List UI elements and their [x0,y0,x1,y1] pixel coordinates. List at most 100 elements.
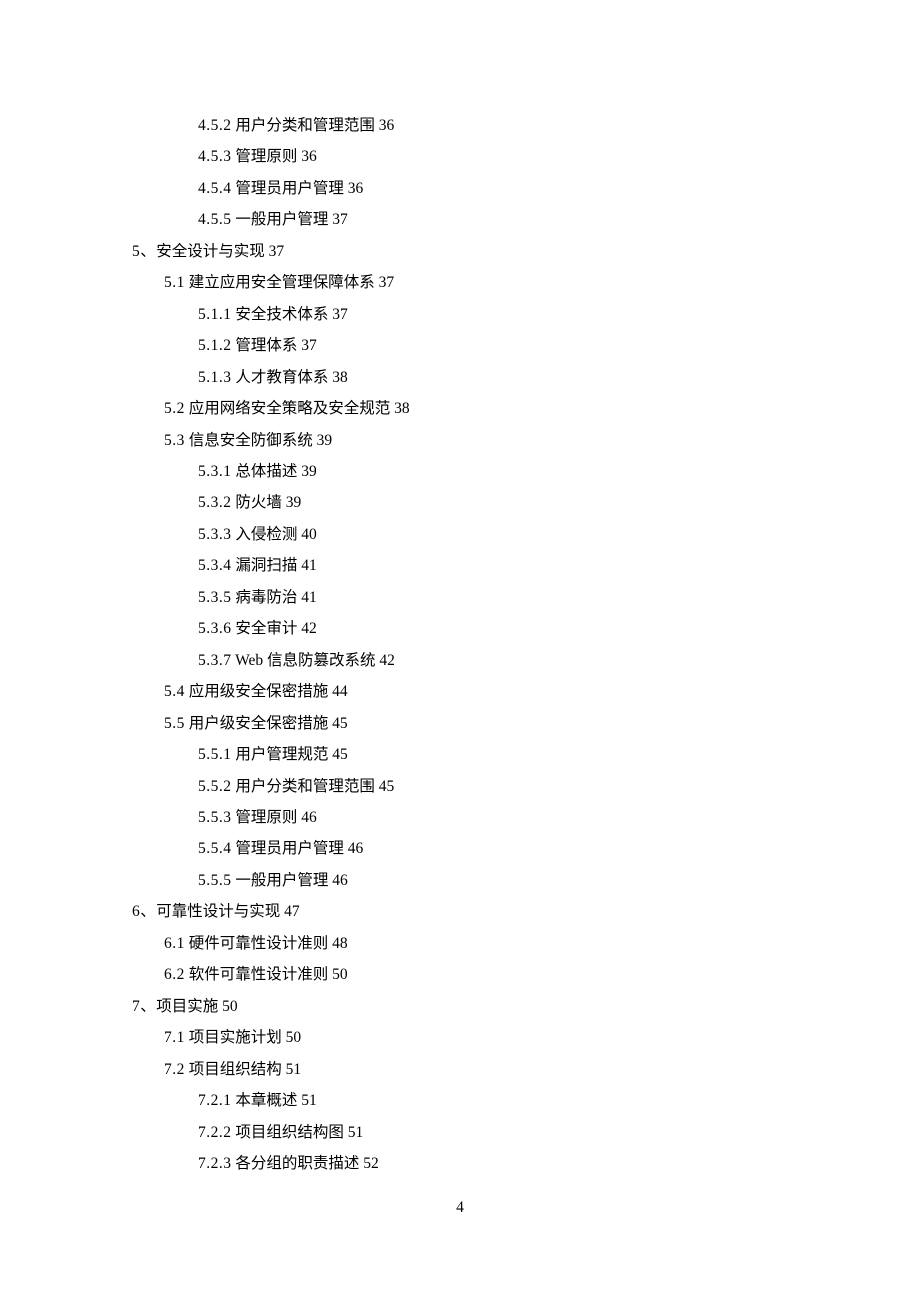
toc-entry-page: 51 [348,1124,364,1141]
toc-entry: 5.3.6 安全审计 42 [132,613,810,644]
toc-entry-page: 39 [317,432,333,449]
toc-entry-title: 硬件可靠性设计准则 [189,935,329,952]
toc-entry-page: 39 [301,463,317,480]
toc-entry-number: 5.5.3 [198,809,232,826]
toc-entry-title: 本章概述 [235,1092,297,1109]
toc-entry-page: 37 [332,211,348,228]
toc-entry-page: 48 [332,935,348,952]
toc-entry-title: 项目组织结构 [189,1061,282,1078]
toc-entry-title: 安全设计与实现 [156,243,265,260]
toc-entry: 7、项目实施 50 [132,991,810,1022]
toc-entry: 6、可靠性设计与实现 47 [132,896,810,927]
toc-entry-title: 人才教育体系 [235,369,328,386]
toc-entry-number: 7.2.2 [198,1124,232,1141]
toc-entry: 5.5.3 管理原则 46 [132,802,810,833]
toc-entry-title: 管理员用户管理 [235,180,344,197]
toc-entry: 5.1 建立应用安全管理保障体系 37 [132,267,810,298]
toc-entry-number: 5.5 [164,715,185,732]
toc-entry-number: 7.2.3 [198,1155,232,1172]
toc-entry-page: 47 [284,903,300,920]
toc-entry-number: 5.3 [164,432,185,449]
toc-entry-number: 4.5.3 [198,148,232,165]
toc-entry: 4.5.3 管理原则 36 [132,141,810,172]
toc-entry-number: 7.2.1 [198,1092,232,1109]
toc-entry-page: 40 [301,526,317,543]
toc-entry-number: 5.5.1 [198,746,232,763]
toc-entry-number: 6、 [132,903,156,920]
toc-entry: 4.5.5 一般用户管理 37 [132,204,810,235]
toc-entry: 7.2.3 各分组的职责描述 52 [132,1148,810,1179]
toc-entry: 5.5.2 用户分类和管理范围 45 [132,771,810,802]
toc-entry-title: 一般用户管理 [235,872,328,889]
toc-entry: 6.2 软件可靠性设计准则 50 [132,959,810,990]
toc-entry-title: 防火墙 [235,494,282,511]
toc-entry-number: 5.5.2 [198,778,232,795]
toc-entry-title: 项目组织结构图 [235,1124,344,1141]
toc-entry-page: 52 [363,1155,379,1172]
toc-entry-page: 45 [332,746,348,763]
page-number: 4 [0,1199,920,1217]
toc-entry-title: 一般用户管理 [235,211,328,228]
toc-entry-number: 6.2 [164,966,185,983]
toc-entry-title: 漏洞扫描 [235,557,297,574]
toc-entry: 5.5.5 一般用户管理 46 [132,865,810,896]
toc-page: 4.5.2 用户分类和管理范围 364.5.3 管理原则 364.5.4 管理员… [0,0,920,1179]
toc-entry-title: 可靠性设计与实现 [156,903,280,920]
toc-entry: 5.3.7 Web 信息防篡改系统 42 [132,645,810,676]
toc-entry-page: 38 [394,400,410,417]
toc-entry-title: 软件可靠性设计准则 [189,966,329,983]
toc-entry-number: 5.3.2 [198,494,232,511]
toc-entry-number: 5.3.3 [198,526,232,543]
toc-entry-title: 管理体系 [235,337,297,354]
toc-entry: 5.3.5 病毒防治 41 [132,582,810,613]
toc-entry-page: 42 [301,620,317,637]
toc-entry-number: 5.5.5 [198,872,232,889]
toc-entry-title: 用户级安全保密措施 [189,715,329,732]
toc-entry-title: 应用网络安全策略及安全规范 [189,400,391,417]
toc-entry-number: 5、 [132,243,156,260]
toc-entry-page: 37 [332,306,348,323]
toc-entry-page: 36 [379,117,395,134]
toc-entry: 6.1 硬件可靠性设计准则 48 [132,928,810,959]
toc-entry-title: 安全技术体系 [235,306,328,323]
toc-entry: 5.1.3 人才教育体系 38 [132,362,810,393]
toc-entry-page: 45 [379,778,395,795]
toc-entry: 5、安全设计与实现 37 [132,236,810,267]
toc-entry-number: 5.1.2 [198,337,232,354]
toc-entry-title: 用户分类和管理范围 [235,778,375,795]
toc-entry-page: 46 [348,840,364,857]
toc-entry: 5.5.1 用户管理规范 45 [132,739,810,770]
toc-entry-page: 50 [332,966,348,983]
toc-entry-title: 管理原则 [235,148,297,165]
toc-entry-number: 5.2 [164,400,185,417]
toc-entry: 4.5.4 管理员用户管理 36 [132,173,810,204]
toc-entry-title: 用户分类和管理范围 [235,117,375,134]
toc-entry-page: 50 [286,1029,302,1046]
toc-entry-number: 4.5.5 [198,211,232,228]
toc-entry-page: 50 [222,998,238,1015]
toc-entry-title: 信息安全防御系统 [189,432,313,449]
toc-entry-number: 5.3.5 [198,589,232,606]
toc-entry-number: 5.3.6 [198,620,232,637]
toc-entry-page: 46 [301,809,317,826]
toc-entry-title: 建立应用安全管理保障体系 [189,274,375,291]
toc-entry-page: 41 [301,589,317,606]
toc-entry-title: 总体描述 [235,463,297,480]
toc-entry-page: 36 [301,148,317,165]
toc-entry-title: 项目实施 [156,998,218,1015]
toc-entry-number: 5.3.4 [198,557,232,574]
toc-entry-number: 4.5.4 [198,180,232,197]
toc-entry-number: 5.3.1 [198,463,232,480]
toc-entry: 5.3.4 漏洞扫描 41 [132,550,810,581]
toc-entry-page: 44 [332,683,348,700]
toc-entry-title: 入侵检测 [235,526,297,543]
toc-entry-title: 项目实施计划 [189,1029,282,1046]
toc-entry: 5.3.3 入侵检测 40 [132,519,810,550]
toc-entry-page: 51 [286,1061,302,1078]
toc-entry: 5.3.2 防火墙 39 [132,487,810,518]
toc-entry: 5.1.1 安全技术体系 37 [132,299,810,330]
toc-entry: 5.2 应用网络安全策略及安全规范 38 [132,393,810,424]
toc-entry-number: 6.1 [164,935,185,952]
toc-entry: 7.2 项目组织结构 51 [132,1054,810,1085]
toc-entry: 7.1 项目实施计划 50 [132,1022,810,1053]
